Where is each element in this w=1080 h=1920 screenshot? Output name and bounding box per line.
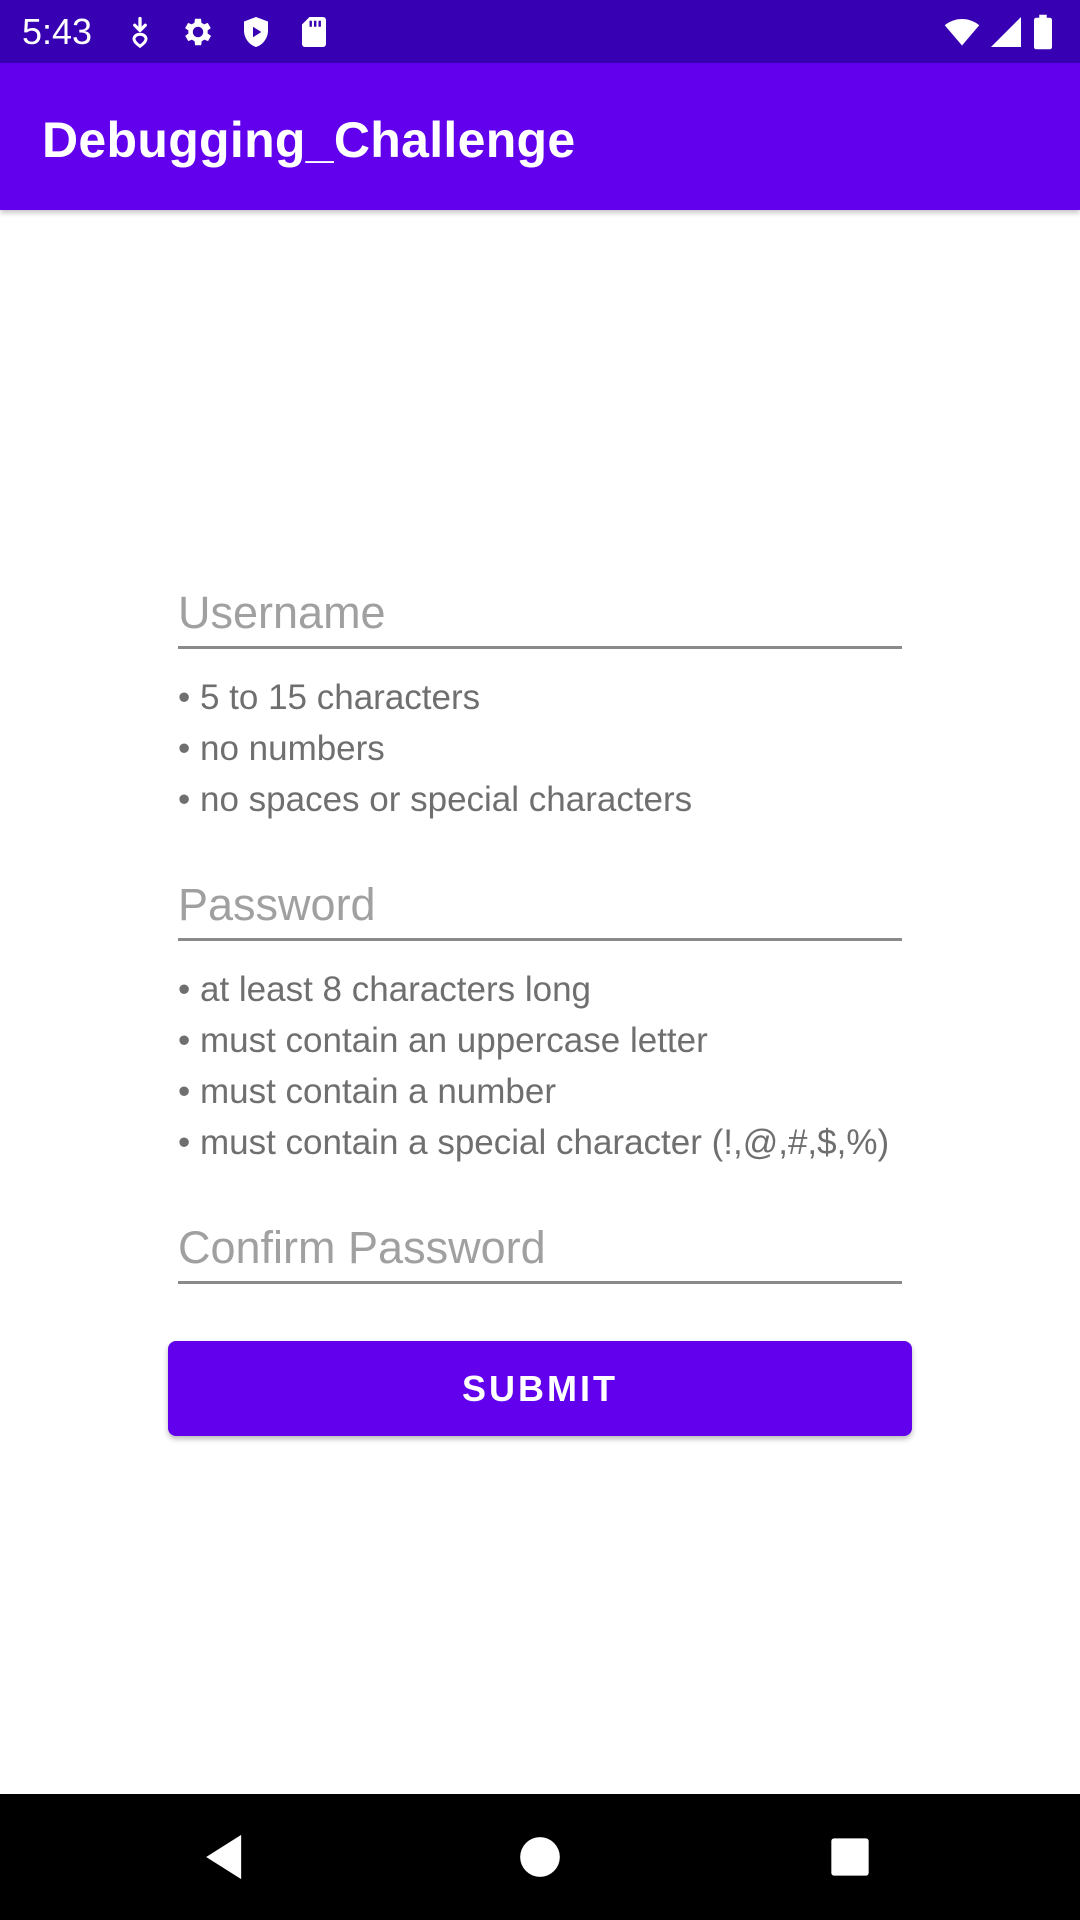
app-bar: Debugging_Challenge bbox=[0, 63, 1080, 210]
wifi-icon bbox=[944, 14, 980, 50]
home-icon[interactable] bbox=[512, 1829, 568, 1885]
app-title: Debugging_Challenge bbox=[42, 112, 576, 168]
recents-icon[interactable] bbox=[822, 1829, 878, 1885]
username-hint: • 5 to 15 characters bbox=[178, 678, 481, 717]
username-hints: • 5 to 15 characters • no numbers • no s… bbox=[178, 672, 938, 825]
settings-icon bbox=[180, 14, 216, 50]
status-time: 5:43 bbox=[22, 11, 93, 52]
battery-icon bbox=[1030, 14, 1060, 50]
username-hint: • no spaces or special characters bbox=[178, 780, 693, 819]
username-field-container bbox=[178, 580, 902, 650]
confirm-password-field-container bbox=[178, 1215, 902, 1285]
username-hint: • no numbers bbox=[178, 729, 385, 768]
password-hint: • must contain a number bbox=[178, 1072, 556, 1111]
back-icon[interactable] bbox=[198, 1829, 254, 1885]
signal-icon bbox=[988, 14, 1024, 50]
password-field-container bbox=[178, 872, 902, 942]
sd-card-icon bbox=[296, 14, 332, 50]
download-icon bbox=[122, 14, 158, 50]
confirm-password-input[interactable] bbox=[178, 1215, 902, 1284]
shield-play-icon bbox=[238, 14, 274, 50]
password-hint: • must contain an uppercase letter bbox=[178, 1021, 708, 1060]
password-input[interactable] bbox=[178, 872, 902, 941]
password-hint: • at least 8 characters long bbox=[178, 970, 592, 1009]
password-hint: • must contain a special character (!,@,… bbox=[178, 1123, 890, 1162]
app-screen: 5:43 Debugging_Challenge • 5 to 15 chara bbox=[0, 0, 1080, 1920]
password-hints: • at least 8 characters long • must cont… bbox=[178, 964, 938, 1168]
username-input[interactable] bbox=[178, 580, 902, 649]
navigation-bar bbox=[0, 1794, 1080, 1920]
status-bar: 5:43 bbox=[0, 0, 1080, 63]
submit-button[interactable]: SUBMIT bbox=[168, 1341, 912, 1436]
